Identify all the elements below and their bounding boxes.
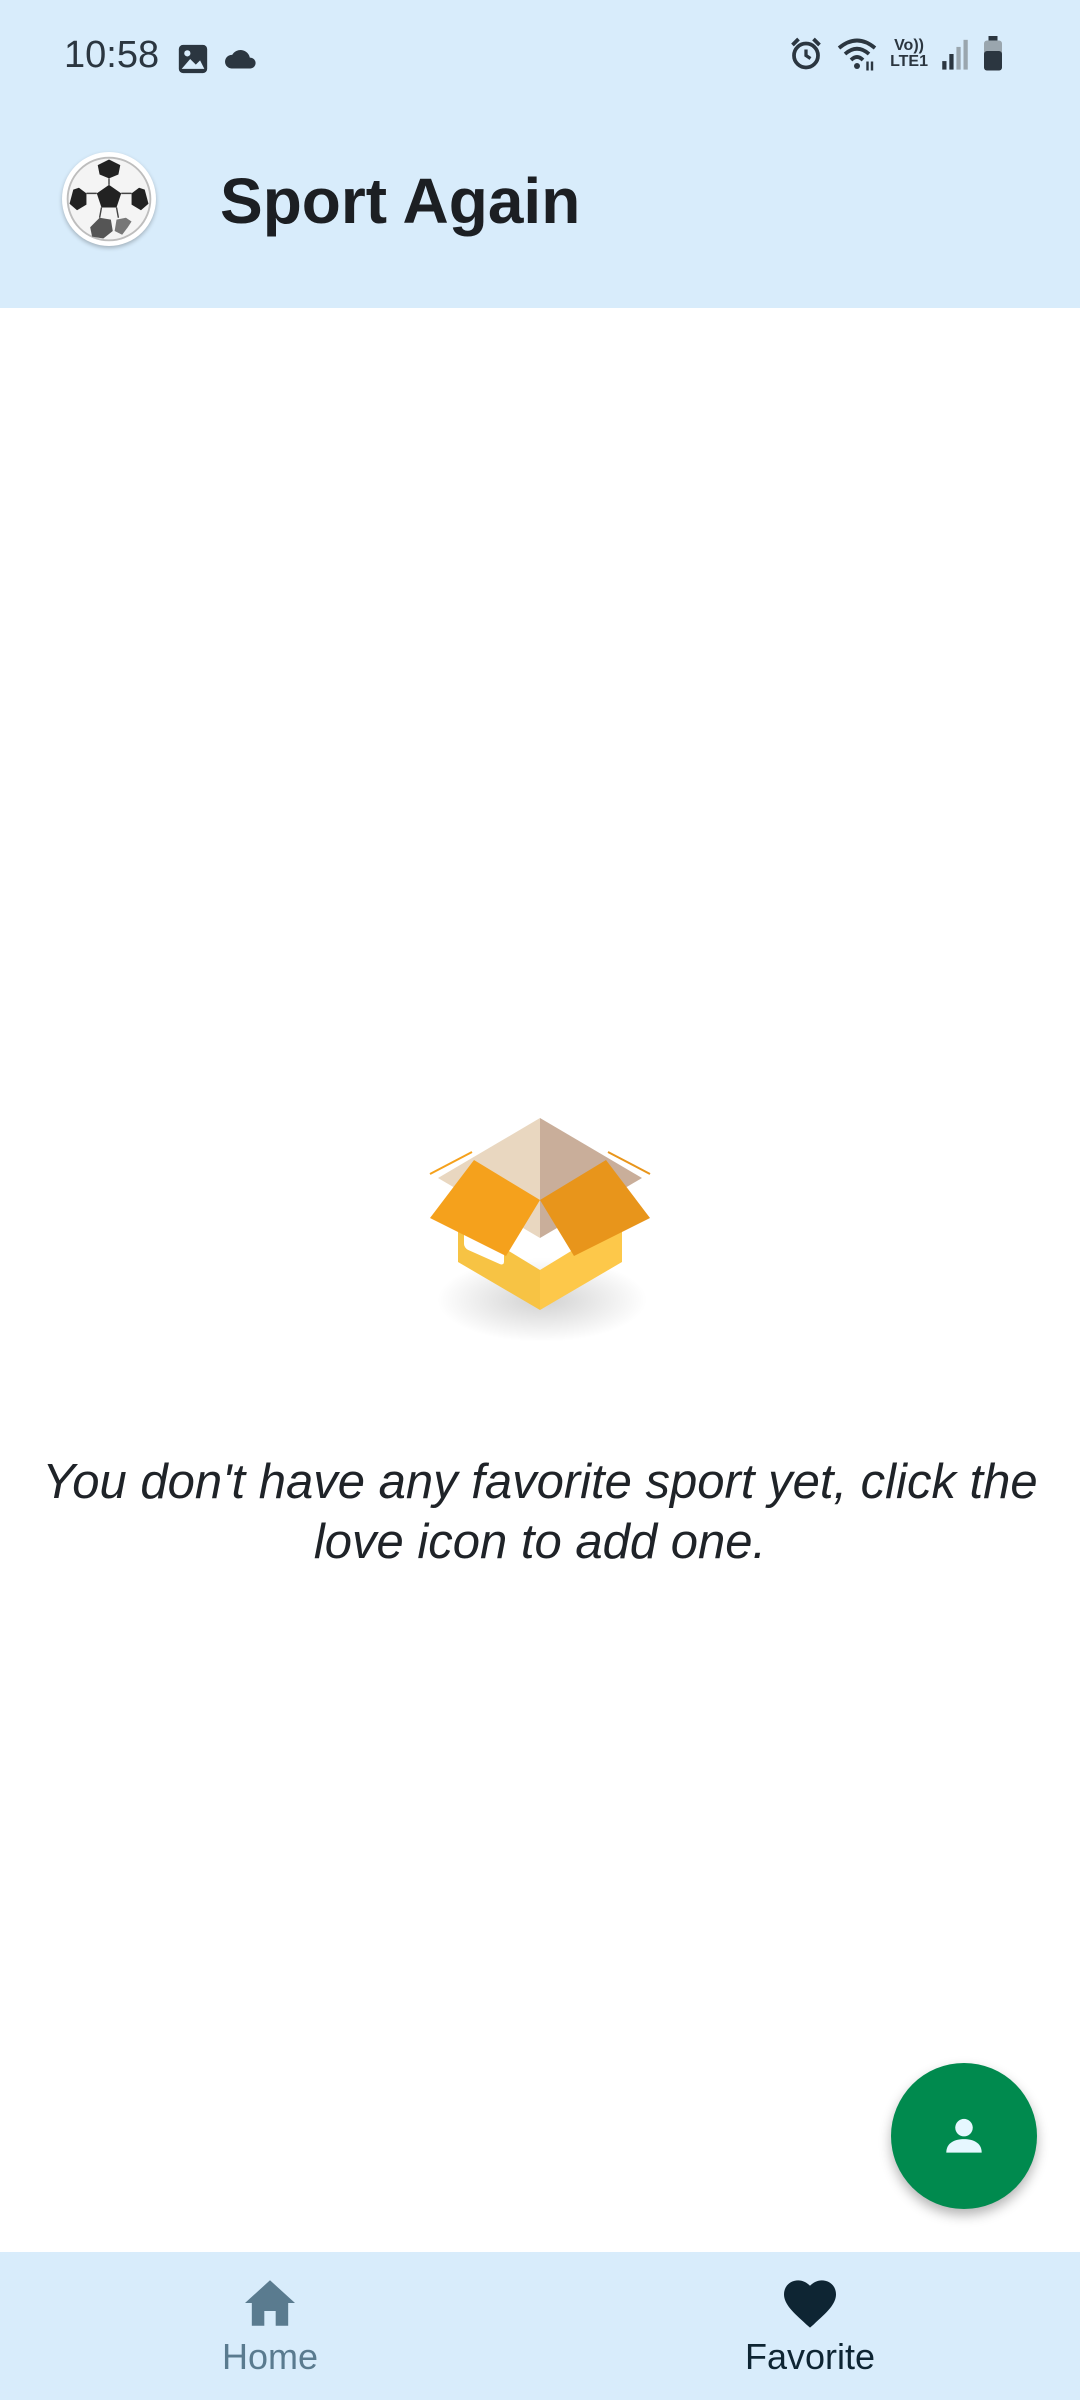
status-right-icons: Vo)) LTE1 (788, 36, 1004, 72)
volte-label-bottom: LTE1 (890, 53, 928, 70)
wifi-icon (837, 38, 877, 71)
cloud-icon (225, 50, 256, 69)
gallery-icon (178, 44, 208, 74)
app-bar: Sport Again (0, 118, 1080, 308)
screen: 10:58 Vo)) LTE1 Sport Again You don't ha… (0, 0, 1080, 2400)
nav-item-favorite[interactable]: Favorite (540, 2252, 1080, 2400)
status-time: 10:58 (64, 34, 160, 76)
profile-fab-button[interactable] (891, 2063, 1037, 2209)
bottom-navigation: Home Favorite (0, 2252, 1080, 2400)
nav-item-home[interactable]: Home (0, 2252, 540, 2400)
soccer-ball-icon (66, 156, 152, 242)
nav-label-favorite: Favorite (744, 2336, 876, 2377)
signal-icon (942, 39, 968, 70)
battery-icon (984, 36, 1002, 71)
person-icon (946, 2118, 982, 2153)
app-logo (62, 152, 156, 246)
alarm-icon (791, 37, 821, 70)
app-title: Sport Again (220, 165, 581, 237)
open-box-icon (429, 1118, 651, 1342)
volte-label-top: Vo)) (894, 37, 924, 54)
empty-state-message: You don't have any favorite sport yet, c… (42, 1455, 1038, 1569)
nav-label-home: Home (221, 2336, 319, 2377)
status-bar: 10:58 Vo)) LTE1 (0, 0, 1080, 118)
status-left-icons (176, 42, 260, 76)
volte-icon: Vo)) LTE1 (890, 38, 928, 70)
home-icon (245, 2280, 295, 2326)
heart-icon (784, 2280, 836, 2328)
